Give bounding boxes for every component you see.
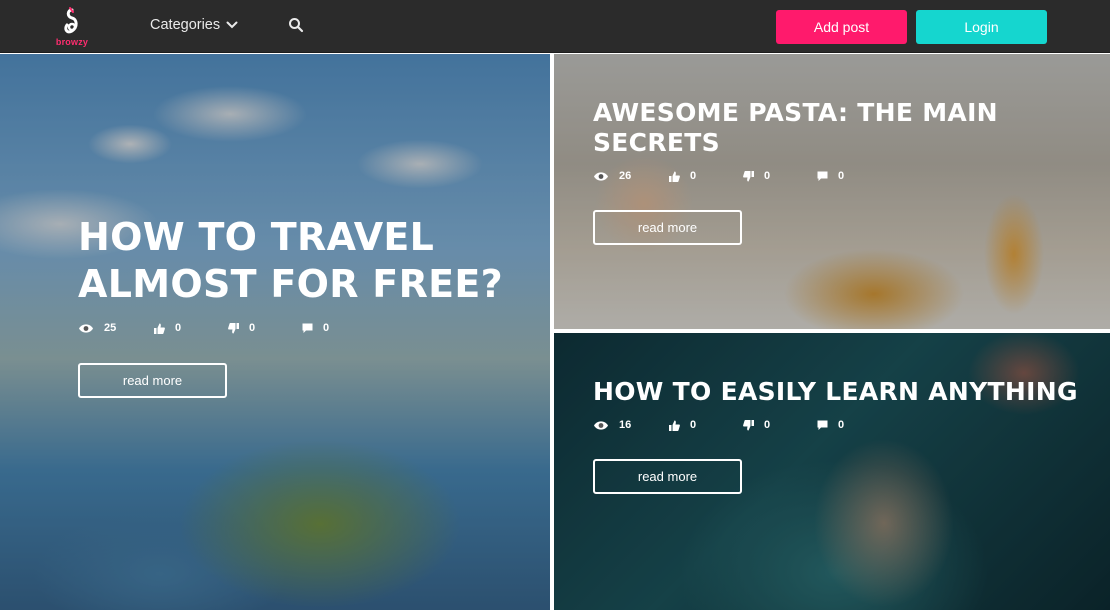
- comments-count: 0: [838, 170, 845, 182]
- eye-icon: [594, 171, 608, 181]
- top-navbar: browzy Categories Add post Login: [0, 0, 1110, 53]
- post-title[interactable]: HOW TO EASILY LEARN ANYTHING: [593, 377, 1093, 407]
- post-stats: 26 0 0 0: [593, 170, 1093, 182]
- likes-count: 0: [690, 419, 697, 431]
- thumbs-down-icon: [743, 419, 754, 430]
- post-stats: 16 0 0 0: [593, 419, 1093, 431]
- add-post-button[interactable]: Add post: [776, 10, 907, 44]
- read-more-button[interactable]: read more: [78, 363, 227, 398]
- views-stat: 26: [593, 170, 669, 182]
- login-button[interactable]: Login: [916, 10, 1047, 44]
- categories-menu[interactable]: Categories: [150, 17, 238, 33]
- comment-icon: [817, 171, 828, 181]
- read-more-button[interactable]: read more: [593, 210, 742, 245]
- views-stat: 25: [78, 322, 154, 334]
- comments-stat: 0: [817, 170, 891, 182]
- post-card-pasta[interactable]: AWESOME PASTA: THE MAIN SECRETS 26 0 0 0…: [554, 54, 1110, 329]
- views-count: 16: [619, 419, 632, 431]
- dislikes-stat[interactable]: 0: [228, 322, 302, 334]
- read-more-button[interactable]: read more: [593, 459, 742, 494]
- dislikes-stat[interactable]: 0: [743, 419, 817, 431]
- comments-stat: 0: [302, 322, 376, 334]
- thumbs-up-icon: [669, 420, 680, 431]
- post-card-travel[interactable]: HOW TO TRAVEL ALMOST FOR FREE? 25 0 0 0 …: [0, 54, 550, 610]
- post-card-learn[interactable]: HOW TO EASILY LEARN ANYTHING 16 0 0 0 re…: [554, 333, 1110, 610]
- categories-label: Categories: [150, 17, 221, 33]
- eye-icon: [79, 323, 93, 333]
- thumbs-down-icon: [743, 170, 754, 181]
- dislikes-count: 0: [764, 419, 771, 431]
- thumbs-up-icon: [669, 171, 680, 182]
- comments-count: 0: [323, 322, 330, 334]
- dislikes-count: 0: [249, 322, 256, 334]
- thumbs-down-icon: [228, 322, 239, 333]
- dislikes-stat[interactable]: 0: [743, 170, 817, 182]
- post-content: HOW TO EASILY LEARN ANYTHING 16 0 0 0 re…: [593, 377, 1093, 494]
- thumbs-up-icon: [154, 323, 165, 334]
- post-stats: 25 0 0 0: [78, 322, 538, 334]
- browzy-logo[interactable]: browzy: [52, 7, 92, 47]
- post-content: AWESOME PASTA: THE MAIN SECRETS 26 0 0 0…: [593, 98, 1093, 245]
- views-count: 25: [104, 322, 117, 334]
- likes-count: 0: [175, 322, 182, 334]
- likes-stat[interactable]: 0: [154, 322, 228, 334]
- post-title[interactable]: HOW TO TRAVEL ALMOST FOR FREE?: [78, 214, 538, 308]
- logo-mark-icon: [64, 7, 78, 34]
- comment-icon: [817, 420, 828, 430]
- post-title[interactable]: AWESOME PASTA: THE MAIN SECRETS: [593, 98, 1093, 158]
- likes-stat[interactable]: 0: [669, 170, 743, 182]
- views-stat: 16: [593, 419, 669, 431]
- comments-count: 0: [838, 419, 845, 431]
- dislikes-count: 0: [764, 170, 771, 182]
- comments-stat: 0: [817, 419, 891, 431]
- logo-text: browzy: [55, 37, 89, 47]
- post-content: HOW TO TRAVEL ALMOST FOR FREE? 25 0 0 0 …: [78, 214, 538, 398]
- views-count: 26: [619, 170, 632, 182]
- likes-stat[interactable]: 0: [669, 419, 743, 431]
- chevron-down-icon: [226, 21, 238, 29]
- eye-icon: [594, 420, 608, 430]
- likes-count: 0: [690, 170, 697, 182]
- comment-icon: [302, 323, 313, 333]
- search-icon[interactable]: [288, 17, 304, 38]
